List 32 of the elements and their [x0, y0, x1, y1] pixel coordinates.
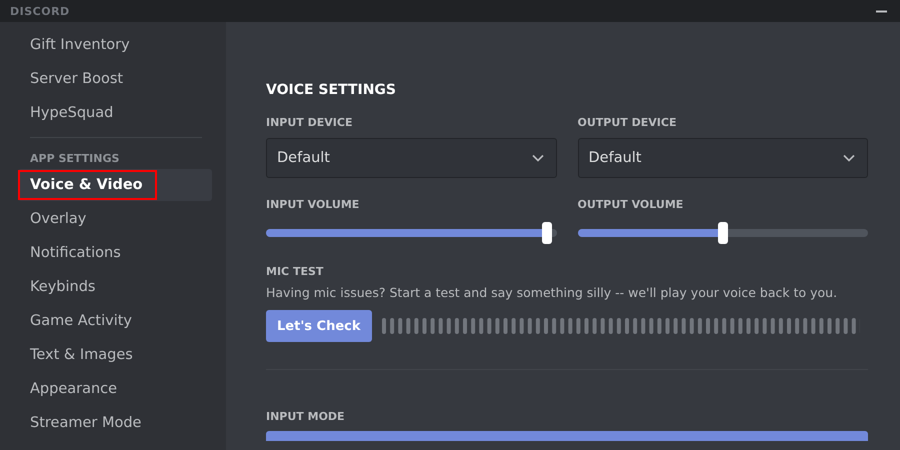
- field-label: INPUT MODE: [266, 410, 346, 423]
- chevron-down-icon: [843, 154, 855, 162]
- highlight-frame: Voice & Video: [18, 170, 157, 200]
- field-label: OUTPUT VOLUME: [578, 198, 684, 211]
- sidebar-item[interactable]: Notifications: [18, 237, 212, 269]
- sidebar-item[interactable]: Keybinds: [18, 271, 212, 303]
- minimize-icon[interactable]: [876, 10, 887, 12]
- sidebar-item[interactable]: Server Boost: [18, 63, 212, 95]
- slider-thumb[interactable]: [718, 222, 728, 244]
- app-logo-text: DISCORD: [10, 4, 70, 18]
- field-label: INPUT DEVICE: [266, 116, 354, 129]
- section-title: VOICE SETTINGS: [266, 82, 397, 98]
- device-dropdown[interactable]: Default: [578, 138, 868, 178]
- device-dropdown[interactable]: Default: [266, 138, 556, 178]
- sidebar-item[interactable]: Game Activity: [18, 305, 212, 337]
- field-label: OUTPUT DEVICE: [578, 116, 678, 129]
- sidebar-item[interactable]: Overlay: [18, 203, 212, 235]
- section-header: APP SETTINGS: [29, 151, 120, 167]
- input-mode-option[interactable]: [266, 431, 868, 441]
- volume-slider[interactable]: [578, 222, 868, 244]
- sidebar-item[interactable]: HypeSquad: [18, 97, 212, 129]
- sidebar-item[interactable]: Gift Inventory: [18, 29, 212, 61]
- volume-slider[interactable]: [266, 222, 556, 244]
- sidebar-item[interactable]: Voice & Video: [18, 169, 212, 201]
- slider-thumb[interactable]: [542, 222, 552, 244]
- field-label: MIC TEST: [266, 265, 324, 278]
- description-text: Having mic issues? Start a test and say something silly -- we'll play your voice back to you.: [266, 285, 838, 300]
- sidebar-item[interactable]: Appearance: [18, 373, 212, 405]
- sidebar-item[interactable]: Text & Images: [18, 339, 212, 371]
- chevron-down-icon: [532, 154, 544, 162]
- sidebar-item[interactable]: Streamer Mode: [18, 407, 212, 439]
- field-label: INPUT VOLUME: [266, 198, 360, 211]
